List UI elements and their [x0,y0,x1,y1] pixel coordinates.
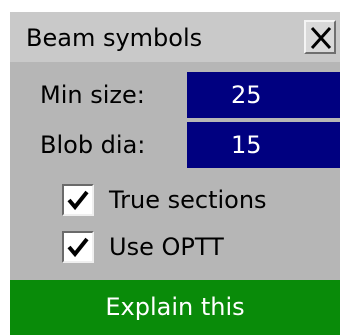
close-icon [310,26,332,50]
use-optt-checkbox[interactable] [62,231,94,263]
dialog-title: Beam symbols [26,24,203,52]
blob-dia-label: Blob dia: [40,131,146,159]
beam-symbols-dialog: Beam symbols Min size: 25 Blob dia: 15 T… [10,12,340,335]
checkmark-icon [67,237,89,258]
use-optt-label: Use OPTT [109,233,224,261]
true-sections-checkbox[interactable] [62,184,94,216]
blob-dia-input[interactable]: 15 [187,122,340,168]
close-button[interactable] [304,20,336,54]
dialog-titlebar: Beam symbols [10,12,340,62]
min-size-input[interactable]: 25 [187,72,340,118]
true-sections-label: True sections [109,186,267,214]
min-size-label: Min size: [40,81,145,109]
checkmark-icon [67,190,89,211]
explain-this-button[interactable]: Explain this [10,280,340,335]
